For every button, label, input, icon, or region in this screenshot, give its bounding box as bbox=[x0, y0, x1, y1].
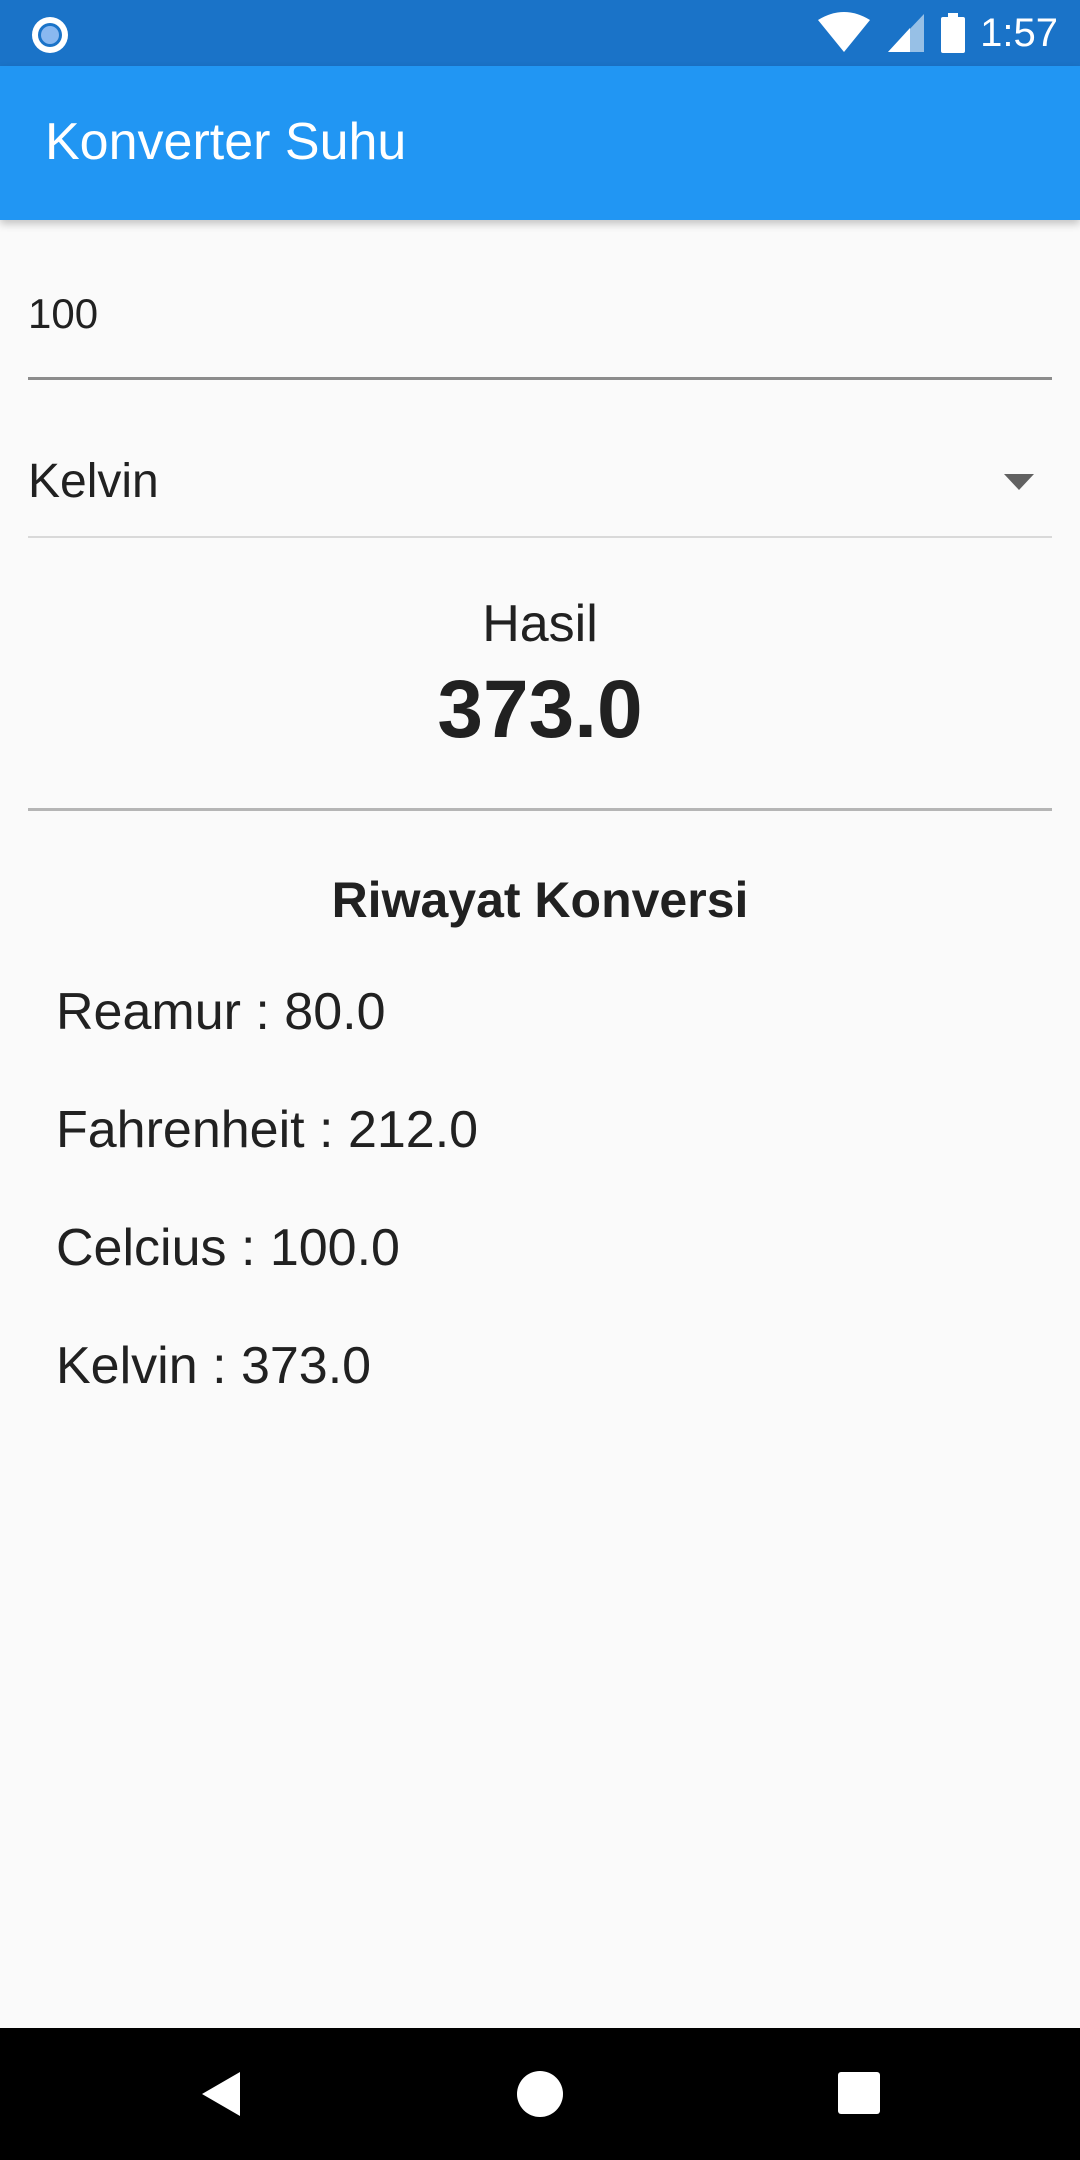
status-bar: 1:57 bbox=[0, 0, 1080, 66]
history-item: Fahrenheit : 212.0 bbox=[56, 1101, 479, 1159]
history-item: Kelvin : 373.0 bbox=[56, 1337, 372, 1395]
back-icon[interactable] bbox=[196, 2068, 248, 2120]
navigation-bar bbox=[0, 2028, 1080, 2160]
history-title: Riwayat Konversi bbox=[331, 872, 749, 928]
app-title: Konverter Suhu bbox=[45, 113, 407, 171]
temperature-input[interactable]: 100 bbox=[28, 276, 1052, 380]
history-item: Celcius : 100.0 bbox=[56, 1219, 400, 1277]
unit-dropdown[interactable]: Kelvin bbox=[28, 430, 1052, 538]
recent-apps-icon[interactable] bbox=[834, 2068, 886, 2120]
wifi-icon bbox=[818, 12, 871, 52]
main-content: 100 Kelvin Hasil 373.0 Riwayat Konversi … bbox=[0, 220, 1080, 2028]
dropdown-arrow-icon bbox=[1004, 474, 1034, 490]
home-icon[interactable] bbox=[514, 2068, 566, 2120]
cell-signal-icon bbox=[888, 14, 925, 52]
notification-dot-icon bbox=[32, 17, 68, 53]
app-bar: Konverter Suhu bbox=[0, 66, 1080, 220]
battery-icon bbox=[941, 13, 966, 53]
status-icons: 1:57 bbox=[816, 7, 1058, 59]
result-label: Hasil bbox=[482, 595, 598, 653]
temperature-input-value[interactable]: 100 bbox=[28, 286, 98, 342]
result-value: 373.0 bbox=[437, 664, 643, 755]
unit-dropdown-value: Kelvin bbox=[28, 455, 159, 508]
history-list: Reamur : 80.0 Fahrenheit : 212.0 Celcius… bbox=[56, 980, 478, 1452]
status-time: 1:57 bbox=[980, 11, 1058, 55]
history-item: Reamur : 80.0 bbox=[56, 983, 386, 1041]
divider bbox=[28, 808, 1052, 811]
